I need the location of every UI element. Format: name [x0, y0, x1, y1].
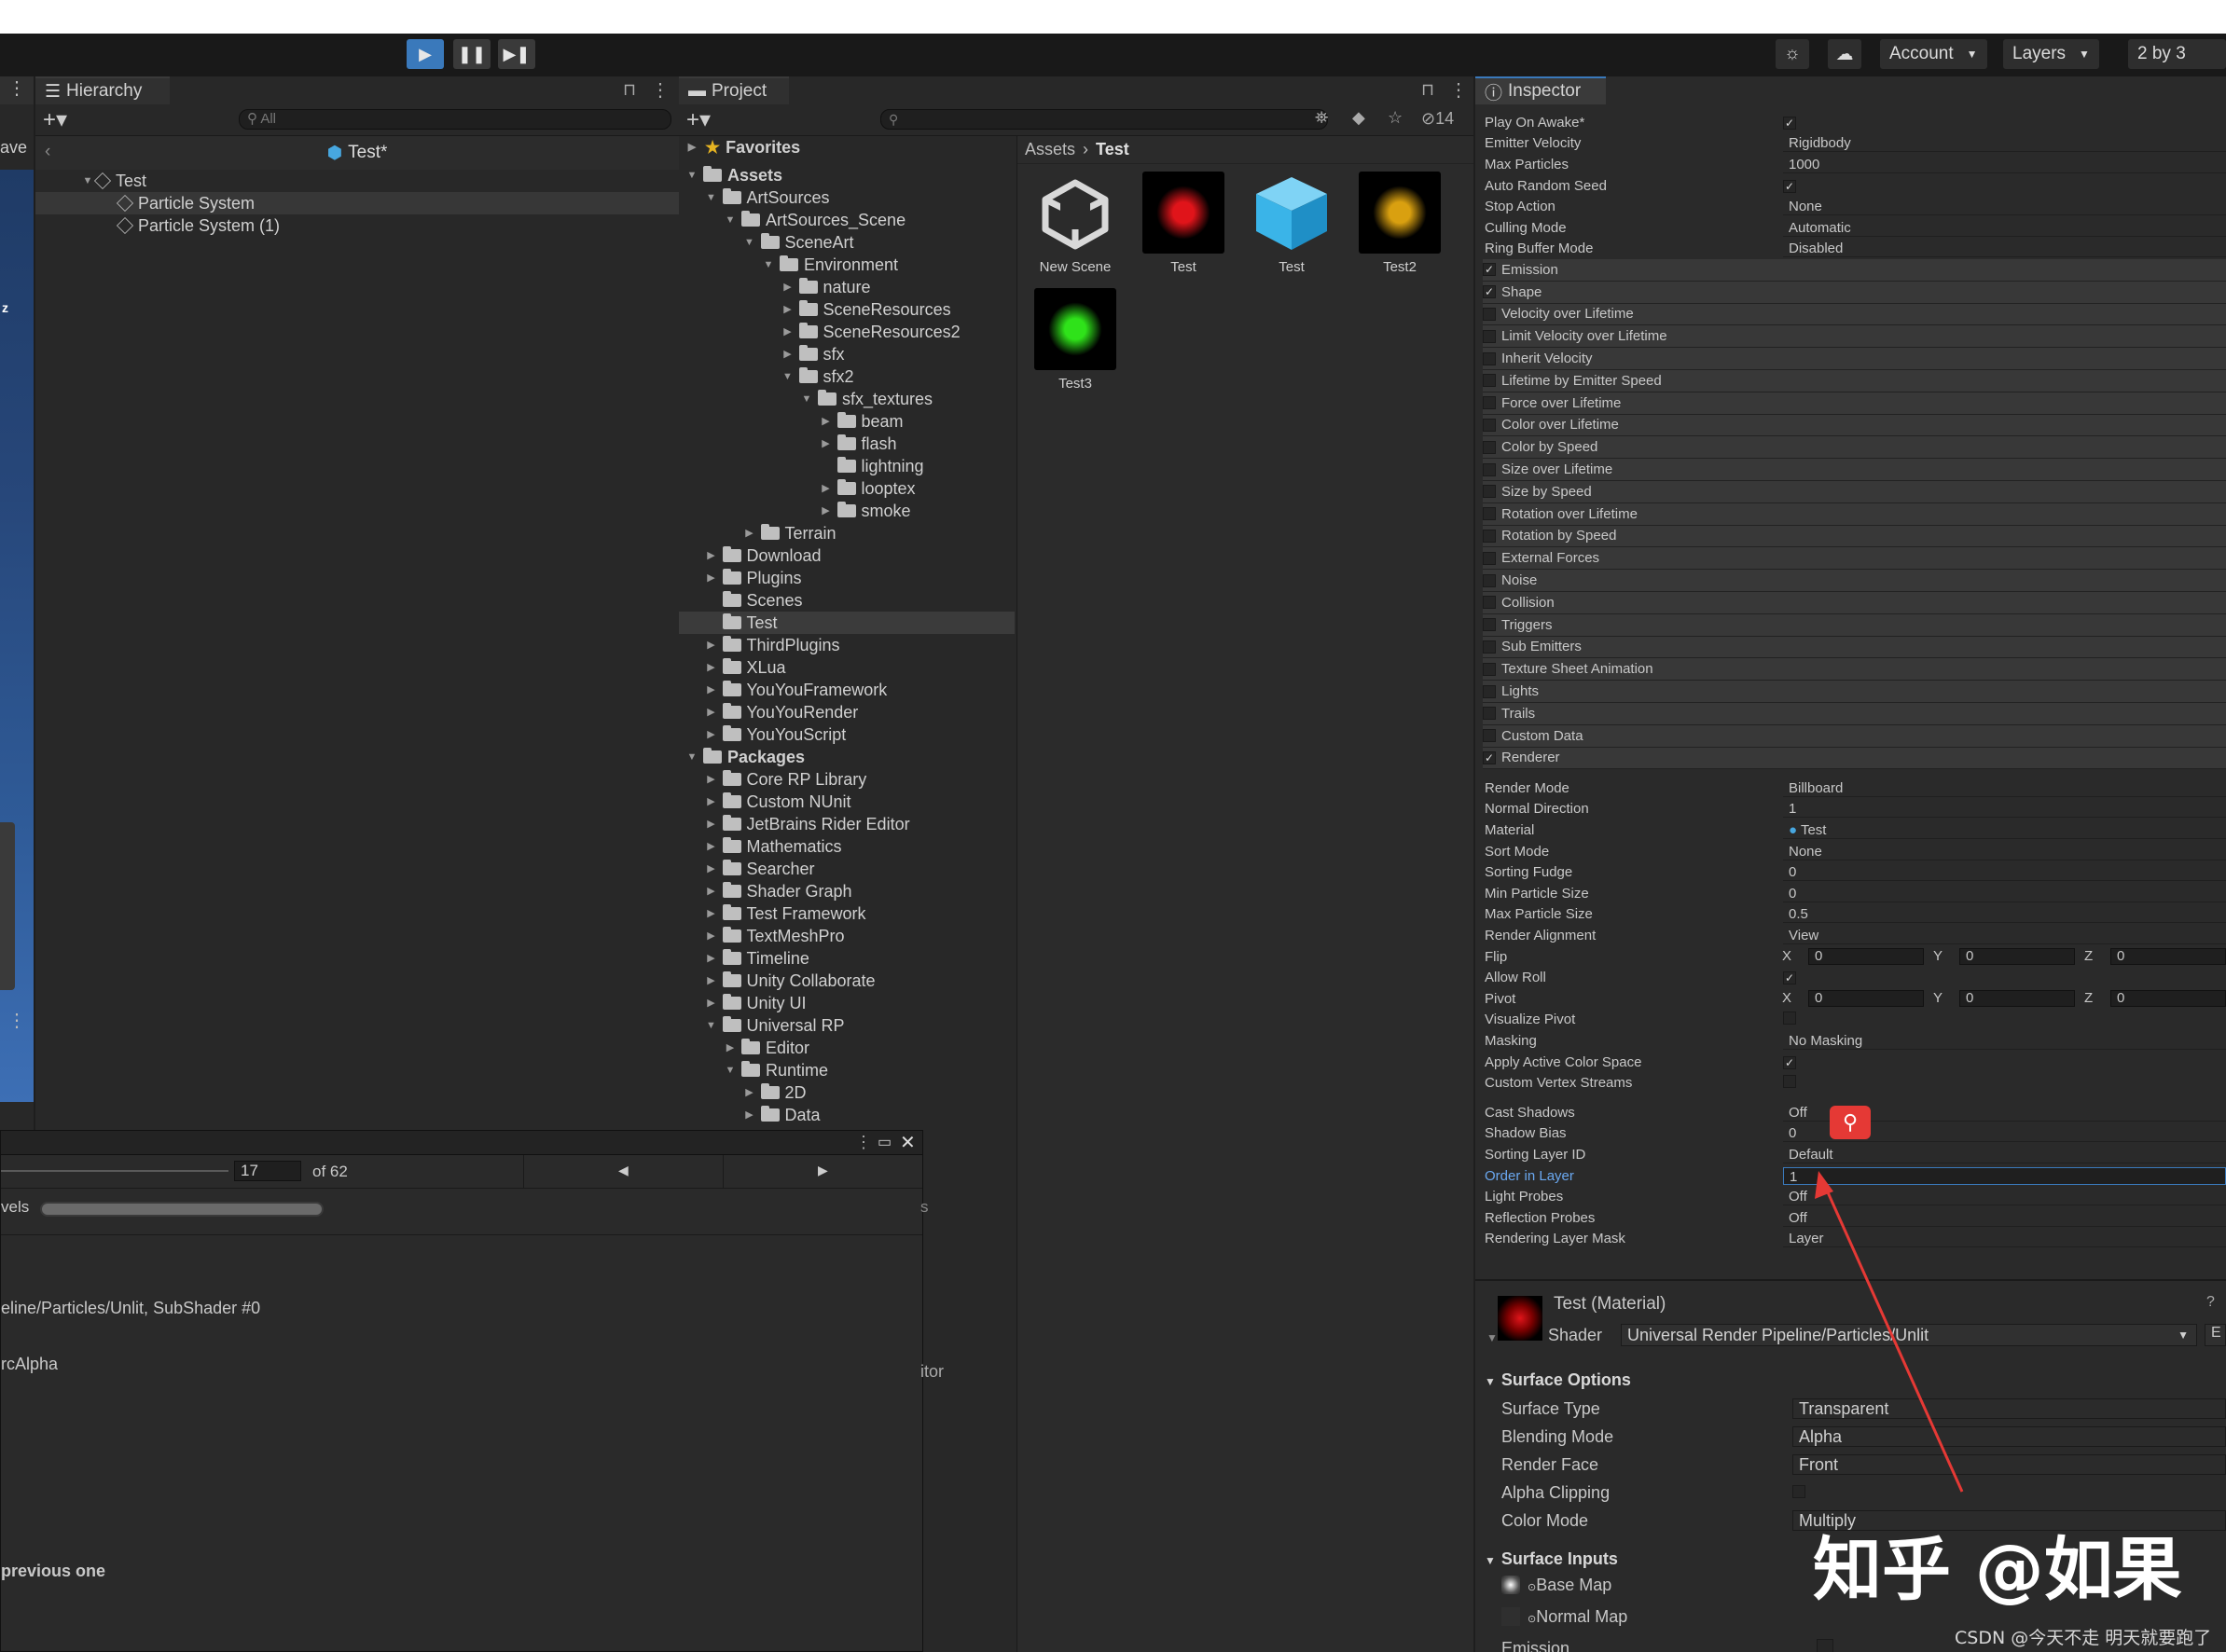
annotation-arrow — [1815, 1171, 1964, 1493]
annotation-arrow-head — [1815, 1171, 1833, 1199]
csdn-watermark: CSDN @今天不走 明天就要跑了 — [1955, 1628, 2212, 1648]
zhihu-watermark: 知乎 @如果 — [1813, 1530, 2182, 1610]
annotation-arrow-line — [1822, 1183, 1964, 1493]
